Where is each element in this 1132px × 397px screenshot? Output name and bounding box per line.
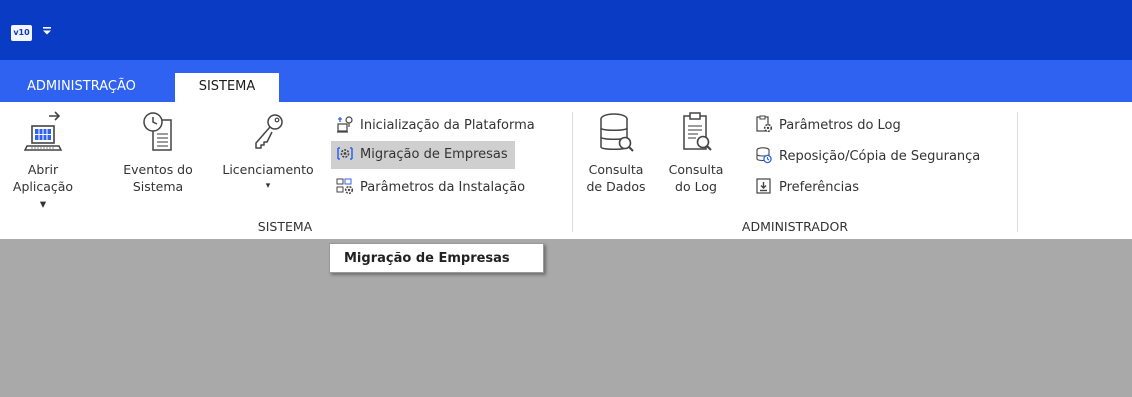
- installation-params-label: Parâmetros da Instalação: [360, 180, 526, 195]
- open-application-button[interactable]: Abrir Aplicação ▾: [12, 110, 74, 212]
- backup-restore-label: Reposição/Cópia de Segurança: [779, 149, 981, 164]
- company-migration-button[interactable]: Migração de Empresas: [331, 141, 515, 169]
- log-query-button[interactable]: Consulta do Log: [666, 110, 726, 195]
- tab-administracao[interactable]: ADMINISTRAÇÃO: [15, 73, 148, 102]
- log-params-button[interactable]: Parâmetros do Log: [750, 112, 908, 140]
- company-migration-label: Migração de Empresas: [360, 147, 508, 162]
- app-logo: v10: [11, 25, 32, 41]
- laptop-launch-icon: [23, 111, 63, 151]
- licensing-label-1: Licenciamento: [222, 162, 314, 177]
- group-separator: [572, 112, 573, 232]
- data-query-label-1: Consulta: [588, 162, 644, 177]
- tooltip: Migração de Empresas: [329, 243, 544, 273]
- installation-params-icon: [336, 178, 354, 194]
- platform-startup-button[interactable]: Inicialização da Plataforma: [331, 112, 542, 140]
- ribbon-panel: Abrir Aplicação ▾ Eventos do Sistema Lic…: [0, 102, 1132, 239]
- group-label-sistema: SISTEMA: [257, 219, 313, 234]
- ribbon-tabs: ADMINISTRAÇÃO SISTEMA: [0, 60, 1132, 102]
- database-search-icon: [600, 113, 634, 152]
- preferences-icon: [756, 177, 771, 194]
- preferences-button[interactable]: Preferências: [750, 174, 866, 202]
- workspace-area: [0, 239, 1132, 397]
- backup-restore-icon: [756, 146, 772, 163]
- log-query-label-1: Consulta: [668, 162, 724, 177]
- system-events-label-2: Sistema: [132, 179, 184, 194]
- migration-gear-icon: [337, 146, 353, 160]
- installation-params-button[interactable]: Parâmetros da Instalação: [331, 174, 532, 202]
- platform-startup-icon: [337, 115, 353, 133]
- log-search-icon: [683, 112, 712, 151]
- tab-sistema[interactable]: SISTEMA: [175, 73, 279, 102]
- log-params-icon: [756, 115, 773, 132]
- open-application-label-2: Aplicação ▾: [12, 179, 74, 211]
- group-separator-end: [1017, 112, 1018, 232]
- log-params-label: Parâmetros do Log: [779, 118, 901, 133]
- preferences-label: Preferências: [779, 180, 860, 195]
- data-query-button[interactable]: Consulta de Dados: [582, 110, 650, 195]
- platform-startup-label: Inicialização da Plataforma: [360, 118, 535, 133]
- quick-access-dropdown-icon[interactable]: [40, 24, 54, 38]
- open-application-label-1: Abrir: [27, 162, 59, 177]
- key-icon: [255, 114, 283, 149]
- data-query-label-2: de Dados: [586, 179, 646, 194]
- log-query-label-2: do Log: [675, 179, 717, 194]
- clock-document-icon: [143, 112, 172, 151]
- backup-restore-button[interactable]: Reposição/Cópia de Segurança: [750, 143, 987, 171]
- group-label-administrador: ADMINISTRADOR: [741, 219, 849, 234]
- licensing-dropdown-caret: ▾: [265, 181, 271, 191]
- system-events-button[interactable]: Eventos do Sistema: [116, 110, 200, 195]
- title-bar: v10: [0, 0, 1132, 60]
- licensing-button[interactable]: Licenciamento ▾: [213, 110, 323, 195]
- system-events-label-1: Eventos do: [123, 162, 193, 177]
